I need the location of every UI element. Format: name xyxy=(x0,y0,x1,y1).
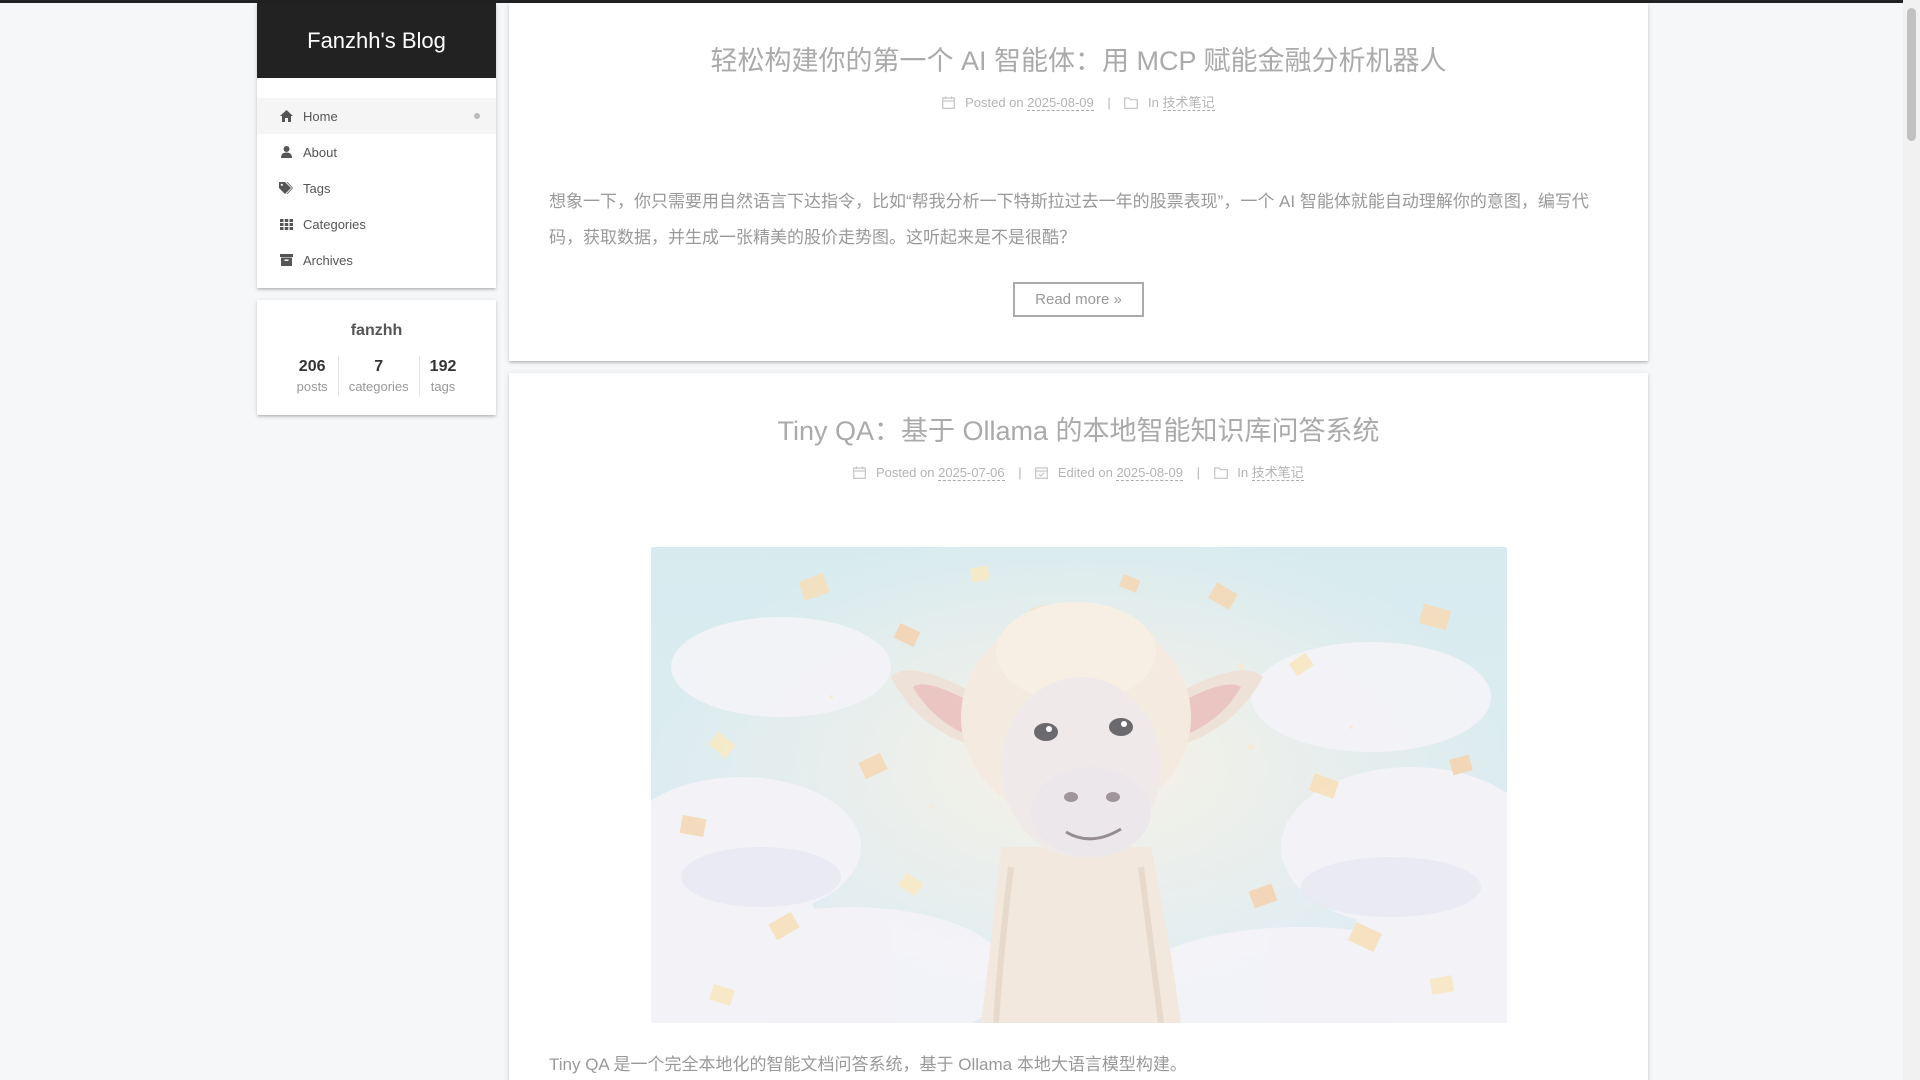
menu-item-home[interactable]: Home xyxy=(257,98,496,134)
menu-label: Archives xyxy=(303,252,353,268)
posted-date: 2025-08-09 xyxy=(1027,95,1094,111)
user-icon xyxy=(279,145,293,159)
menu-item-about[interactable]: About xyxy=(257,134,496,170)
read-more-wrap: Read more » xyxy=(549,282,1608,317)
post-meta: Posted on 2025-07-06 | Edited on 2025-08… xyxy=(549,462,1608,482)
category-link[interactable]: 技术笔记 xyxy=(1251,465,1304,481)
site-nav-box: Fanzhh's Blog Home About Tags Categories… xyxy=(257,3,496,288)
folder-icon xyxy=(1124,97,1139,112)
post-cover-image[interactable] xyxy=(650,547,1507,1023)
post-card: 轻松构建你的第一个 AI 智能体：用 MCP 赋能金融分析机器人 Posted … xyxy=(509,3,1648,361)
stat-count: 192 xyxy=(429,358,457,375)
post-title-link[interactable]: 轻松构建你的第一个 AI 智能体：用 MCP 赋能金融分析机器人 xyxy=(549,39,1608,78)
site-title[interactable]: Fanzhh's Blog xyxy=(257,3,496,78)
menu-label: Home xyxy=(303,108,338,124)
menu-item-archives[interactable]: Archives xyxy=(257,242,496,278)
home-icon xyxy=(279,109,293,123)
in-label: In xyxy=(1148,95,1159,110)
site-stats: 206 posts 7 categories 192 tags xyxy=(257,356,496,397)
page-scrollbar[interactable] xyxy=(1903,0,1920,1080)
main-menu: Home About Tags Categories Archives xyxy=(257,78,496,288)
tags-icon xyxy=(279,181,293,195)
calendar-check-icon xyxy=(1035,466,1049,482)
posted-label: Posted on xyxy=(875,465,935,480)
stat-count: 7 xyxy=(374,358,384,375)
calendar-icon xyxy=(942,96,956,112)
post-excerpt: Tiny QA 是一个完全本地化的智能文档问答系统，基于 Ollama 本地大语… xyxy=(549,1055,1187,1074)
menu-label: Tags xyxy=(303,180,331,196)
folder-icon xyxy=(1213,467,1228,482)
category-link[interactable]: 技术笔记 xyxy=(1162,95,1215,111)
in-label: In xyxy=(1237,465,1249,480)
post-excerpt: 想象一下，你只需要用自然语言下达指令，比如“帮我分析一下特斯拉过去一年的股票表现… xyxy=(549,192,1589,247)
edited-label: Edited on xyxy=(1057,465,1113,480)
author-name: fanzhh xyxy=(350,322,403,339)
menu-label: About xyxy=(303,144,337,160)
post-title-link[interactable]: Tiny QA：基于 Ollama 的本地智能知识库问答系统 xyxy=(549,409,1608,448)
stat-posts[interactable]: 206 posts xyxy=(287,356,338,397)
sidebar: Fanzhh's Blog Home About Tags Categories… xyxy=(257,3,496,415)
posted-label: Posted on xyxy=(965,95,1024,110)
stat-label: categories xyxy=(348,379,409,395)
calendar-icon xyxy=(853,466,867,482)
stat-label: posts xyxy=(296,379,328,395)
stat-label: tags xyxy=(430,379,456,395)
menu-label: Categories xyxy=(303,216,366,232)
post-list: 轻松构建你的第一个 AI 智能体：用 MCP 赋能金融分析机器人 Posted … xyxy=(509,3,1648,1080)
stat-categories[interactable]: 7 categories xyxy=(337,356,419,397)
edited-date: 2025-08-09 xyxy=(1116,465,1183,481)
posted-date: 2025-07-06 xyxy=(938,465,1005,481)
meta-divider: | xyxy=(1107,95,1111,110)
stat-tags[interactable]: 192 tags xyxy=(418,356,467,397)
menu-item-tags[interactable]: Tags xyxy=(257,170,496,206)
meta-divider: | xyxy=(1018,465,1022,480)
stat-count: 206 xyxy=(298,358,326,375)
active-indicator-dot xyxy=(474,113,480,119)
post-card: Tiny QA：基于 Ollama 的本地智能知识库问答系统 Posted on… xyxy=(509,373,1648,1080)
author-overview: fanzhh 206 posts 7 categories 192 tags xyxy=(257,300,496,415)
menu-item-categories[interactable]: Categories xyxy=(257,206,496,242)
read-more-button[interactable]: Read more » xyxy=(1013,282,1144,317)
llama-illustration xyxy=(650,547,1507,1023)
archive-icon xyxy=(279,253,293,267)
post-meta: Posted on 2025-08-09 | In 技术笔记 xyxy=(549,92,1608,112)
scrollbar-thumb[interactable] xyxy=(1907,8,1916,141)
grid-icon xyxy=(279,217,293,231)
meta-divider: | xyxy=(1196,465,1200,480)
